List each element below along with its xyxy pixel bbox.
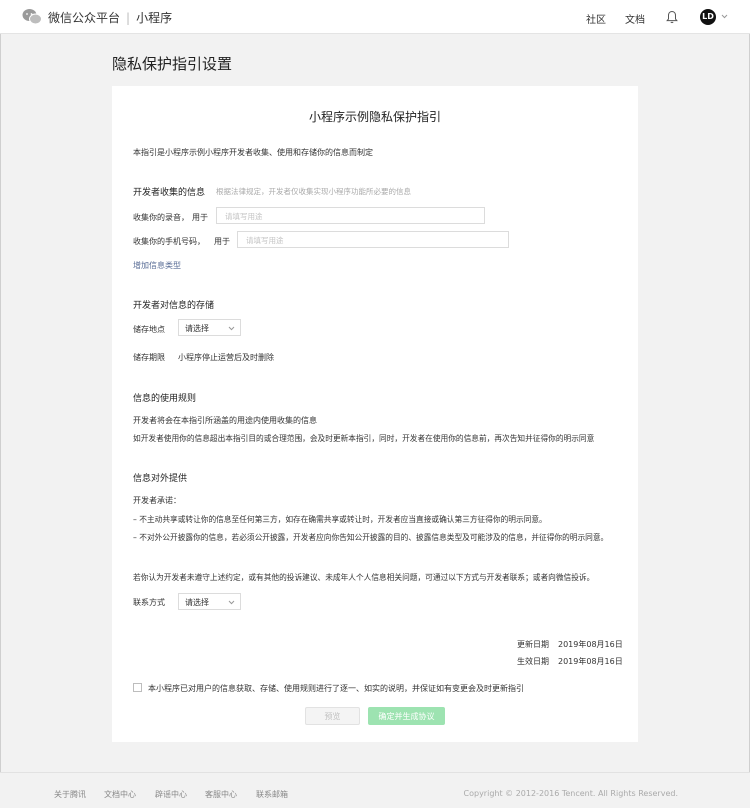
collect-row-for: 用于 <box>214 237 230 246</box>
storage-period-label: 储存期限 <box>133 353 165 362</box>
add-info-type-link[interactable]: 增加信息类型 <box>133 260 181 271</box>
nav-docs-link[interactable]: 文档 <box>625 11 645 26</box>
collect-row-label: 收集你的手机号码， <box>133 237 205 246</box>
nav-community-link[interactable]: 社区 <box>586 11 606 26</box>
wechat-logo-icon <box>22 9 42 25</box>
collect-row-label: 收集你的录音， <box>133 213 189 222</box>
provide-heading: 信息对外提供 <box>133 474 188 484</box>
agree-text: 本小程序已对用户的信息获取、存储、使用规则进行了逐一、如实的说明，并保证如有变更… <box>148 684 524 693</box>
contact-select[interactable]: 请选择 <box>178 593 241 610</box>
usage-line-1: 开发者将会在本指引所涵盖的用途内使用收集的信息 <box>133 416 317 425</box>
storage-location-label: 储存地点 <box>133 325 165 334</box>
contact-label: 联系方式 <box>133 598 165 607</box>
storage-period-value: 小程序停止运营后及时删除 <box>178 353 274 362</box>
storage-location-select[interactable]: 请选择 <box>178 319 241 336</box>
purpose-input-recording[interactable]: 请填写用途 <box>216 207 485 224</box>
privacy-guide-card: 小程序示例隐私保护指引 本指引是小程序示例小程序开发者收集、使用和存储你的信息而… <box>112 86 638 742</box>
bell-icon[interactable] <box>666 10 678 24</box>
purpose-input-phone[interactable]: 请填写用途 <box>237 231 509 248</box>
footer-link-email[interactable]: 联系邮箱 <box>256 789 288 800</box>
top-bar: 微信公众平台 | 小程序 社区 文档 LD <box>0 0 750 34</box>
update-date-value: 2019年08月16日 <box>558 640 623 649</box>
brand-title[interactable]: 微信公众平台 | 小程序 <box>48 9 172 26</box>
footer-link-support[interactable]: 客服中心 <box>205 789 237 800</box>
usage-line-2: 如开发者使用你的信息超出本指引目的或合理范围，会及时更新本指引，同时，开发者在使… <box>133 434 595 443</box>
guide-intro: 本指引是小程序示例小程序开发者收集、使用和存储你的信息而制定 <box>133 148 373 157</box>
avatar[interactable]: LD <box>700 9 716 25</box>
footer-link-rumor[interactable]: 辟谣中心 <box>155 789 187 800</box>
usage-heading: 信息的使用规则 <box>133 394 197 404</box>
update-date-label: 更新日期 <box>517 640 549 649</box>
storage-heading: 开发者对信息的存储 <box>133 301 215 311</box>
footer-link-docs[interactable]: 文档中心 <box>104 789 136 800</box>
footer-link-about[interactable]: 关于腾讯 <box>54 789 86 800</box>
chevron-down-icon[interactable] <box>721 13 728 20</box>
collect-hint: 根据法律规定，开发者仅收集实现小程序功能所必要的信息 <box>216 187 411 196</box>
effective-date-value: 2019年08月16日 <box>558 657 623 666</box>
provide-item-1: – 不主动共享或转让你的信息至任何第三方，如存在确需共享或转让时，开发者应当直接… <box>133 515 547 524</box>
page-title: 隐私保护指引设置 <box>112 55 233 73</box>
agree-checkbox[interactable] <box>133 683 142 692</box>
collect-heading: 开发者收集的信息 <box>133 188 206 198</box>
complaint-text: 若你认为开发者未遵守上述约定，或有其他的投诉建议、未成年人个人信息相关问题，可通… <box>133 573 595 582</box>
collect-row-for: 用于 <box>192 213 208 222</box>
effective-date-label: 生效日期 <box>517 657 549 666</box>
chevron-down-icon <box>228 326 235 331</box>
preview-button[interactable]: 预览 <box>305 707 360 725</box>
guide-title: 小程序示例隐私保护指引 <box>308 110 441 124</box>
provide-item-2: – 不对外公开披露你的信息，若必须公开披露，开发者应向你告知公开披露的目的、披露… <box>133 533 609 542</box>
chevron-down-icon <box>228 600 235 605</box>
footer: 关于腾讯 文档中心 辟谣中心 客服中心 联系邮箱 Copyright © 201… <box>0 772 750 808</box>
provide-promise: 开发者承诺： <box>133 496 181 505</box>
generate-agreement-button[interactable]: 确定并生成协议 <box>368 707 445 725</box>
copyright: Copyright © 2012-2016 Tencent. All Right… <box>463 789 678 798</box>
product-name: 小程序 <box>136 11 173 25</box>
